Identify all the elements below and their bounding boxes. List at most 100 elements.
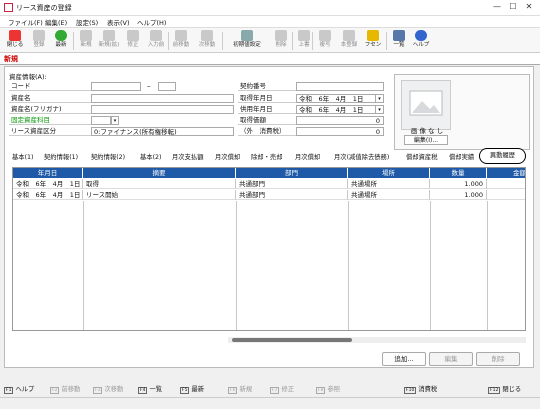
fkey-modify[interactable]: F7 修正 xyxy=(270,384,294,394)
add-button[interactable]: 追加... xyxy=(382,352,426,366)
contract-input[interactable] xyxy=(296,82,384,91)
table-cell-summary[interactable]: リース開始 xyxy=(83,190,236,200)
edit-button[interactable]: 編集 xyxy=(429,352,473,366)
code-dash: – xyxy=(147,82,151,90)
table-cell-date[interactable]: 令和 6年 4月 1日 xyxy=(13,190,83,200)
table-cell-amount[interactable] xyxy=(487,179,525,189)
fkey-list[interactable]: F4 一覧 xyxy=(138,384,162,394)
register2-icon xyxy=(343,30,355,41)
table-cell-summary[interactable]: 取得 xyxy=(83,179,236,189)
tab-basic-1[interactable]: 基本(1) xyxy=(12,152,34,161)
new-button[interactable]: 新規 xyxy=(75,30,97,52)
use-date-dropdown-icon[interactable]: ▾ xyxy=(375,105,384,114)
tab-contract-1[interactable]: 契約情報(1) xyxy=(44,152,78,161)
table-cell-location[interactable]: 共通場所 xyxy=(348,190,430,200)
register2-button[interactable]: 本登録 xyxy=(338,30,360,52)
list-button[interactable]: 一覧 xyxy=(388,30,410,52)
close-window-button[interactable]: ✕ xyxy=(522,2,536,14)
table-cell-amount[interactable] xyxy=(487,190,525,200)
help-button[interactable]: ヘルプ xyxy=(410,30,432,52)
new-copy-button[interactable]: 新規(拡) xyxy=(98,30,120,52)
table-cell-department[interactable]: 共通部門 xyxy=(236,190,348,200)
table-cell-location[interactable]: 共通場所 xyxy=(348,179,430,189)
account-dropdown-icon[interactable]: ▾ xyxy=(111,116,119,125)
tab-disposal-sale[interactable]: 除却・売却 xyxy=(251,152,282,161)
name-input[interactable] xyxy=(91,94,234,103)
tab-monthly-impairment[interactable]: 月次(减值除去债務) xyxy=(334,152,389,161)
tab-monthly-depreciation-2[interactable]: 月次償却 xyxy=(295,152,320,161)
menu-help[interactable]: ヘルプ(H) xyxy=(137,17,166,27)
menu-edit[interactable]: 編集(E) xyxy=(45,17,67,27)
minimize-button[interactable]: — xyxy=(490,2,504,14)
table-cell-quantity[interactable]: 1.000 xyxy=(430,190,487,200)
image-edit-button[interactable]: 編集(I)... xyxy=(404,135,448,145)
table-cell-date[interactable]: 令和 6年 4月 1日 xyxy=(13,179,83,189)
tab-contract-2[interactable]: 契約情報(2) xyxy=(91,152,125,161)
delete-row-button[interactable]: 削除 xyxy=(476,352,520,366)
prev-button[interactable]: 前移動 xyxy=(170,30,192,52)
use-date-input[interactable]: 令和 6年 4月 1日 xyxy=(296,105,376,114)
fusen-button[interactable]: フセン xyxy=(362,30,384,52)
acq-date-input[interactable]: 令和 6年 4月 1日 xyxy=(296,94,376,103)
menu-settings[interactable]: 設定(S) xyxy=(76,17,98,27)
toolbar: 閉じる 登録 最新 新規 新規(拡) 修正 入力前 前移動 次移動 初期値設定 … xyxy=(0,27,540,53)
kana-input[interactable] xyxy=(91,105,234,114)
fkey-consumption-tax[interactable]: F10 消費税 xyxy=(404,384,437,394)
app-icon xyxy=(4,3,13,12)
new-icon xyxy=(80,30,92,41)
code-input[interactable] xyxy=(91,82,141,91)
table-cell-quantity[interactable]: 1.000 xyxy=(430,179,487,189)
fkey-help[interactable]: F1 ヘルプ xyxy=(4,384,34,394)
account-label: 固定資産科目 xyxy=(9,116,91,125)
tax-input[interactable]: 0 xyxy=(296,127,384,136)
acq-date-dropdown-icon[interactable]: ▾ xyxy=(375,94,384,103)
fkey-next[interactable]: F3 次移動 xyxy=(93,384,123,394)
fkey-close[interactable]: F12 閉じる xyxy=(488,384,521,394)
category-select[interactable]: 0:ファイナンス(所有権移転) xyxy=(91,127,234,136)
fkey-prev[interactable]: F2 前移動 xyxy=(50,384,80,394)
maximize-button[interactable]: ☐ xyxy=(506,2,520,14)
column-header-location[interactable]: 場所 xyxy=(348,168,430,178)
register-button[interactable]: 登録 xyxy=(28,30,50,52)
close-icon xyxy=(9,30,21,41)
section-label: 資産情報(A): xyxy=(9,73,47,81)
latest-button[interactable]: 最新 xyxy=(50,30,72,52)
code-suffix-input[interactable] xyxy=(158,82,176,91)
toolbar-separator xyxy=(168,32,169,50)
fkey-new[interactable]: F6 新規 xyxy=(228,384,252,394)
account-input[interactable] xyxy=(91,116,111,125)
table-cell-department[interactable]: 共通部門 xyxy=(236,179,348,189)
use-date-label: 供用年月日 xyxy=(238,105,296,114)
tab-movement-history[interactable]: 異動履歴 xyxy=(479,148,526,164)
init-settings-button[interactable]: 初期値設定 xyxy=(226,30,268,52)
tab-depreciable-asset-tax[interactable]: 償却資産税 xyxy=(406,152,437,161)
modify-button[interactable]: 修正 xyxy=(122,30,144,52)
register-icon xyxy=(33,30,45,41)
entry-icon xyxy=(150,30,162,41)
column-header-quantity[interactable]: 数量 xyxy=(430,168,487,178)
column-header-amount[interactable]: 金額 xyxy=(487,168,525,178)
delete-button[interactable]: 削除 xyxy=(270,30,292,52)
help-icon xyxy=(415,30,427,41)
column-header-department[interactable]: 部門 xyxy=(236,168,348,178)
next-button[interactable]: 次移動 xyxy=(196,30,218,52)
close-button[interactable]: 閉じる xyxy=(4,30,26,52)
tab-depreciation-results[interactable]: 償却実績 xyxy=(449,152,479,161)
menu-view[interactable]: 表示(V) xyxy=(107,17,130,27)
delete-icon xyxy=(275,30,287,41)
tab-monthly-payment[interactable]: 月次支払額 xyxy=(172,152,203,161)
column-header-summary[interactable]: 摘要 xyxy=(83,168,236,178)
mode-label: 新規 xyxy=(4,55,18,63)
new-copy-icon xyxy=(103,30,115,41)
tab-monthly-depreciation[interactable]: 月次償却 xyxy=(215,152,240,161)
fkey-latest[interactable]: F5 最新 xyxy=(180,384,204,394)
price-input[interactable]: 0 xyxy=(296,116,384,125)
scrollbar-thumb[interactable] xyxy=(232,338,352,342)
tab-basic-2[interactable]: 基本(2) xyxy=(140,152,162,161)
image-placeholder-icon xyxy=(401,80,451,130)
menu-file[interactable]: ファイル(F) xyxy=(8,17,43,27)
copy-button[interactable]: 複写 xyxy=(314,30,336,52)
column-header-date[interactable]: 年月日 xyxy=(13,168,83,178)
entry-button[interactable]: 入力前 xyxy=(145,30,167,52)
fkey-reference[interactable]: F8 参照 xyxy=(316,384,340,394)
